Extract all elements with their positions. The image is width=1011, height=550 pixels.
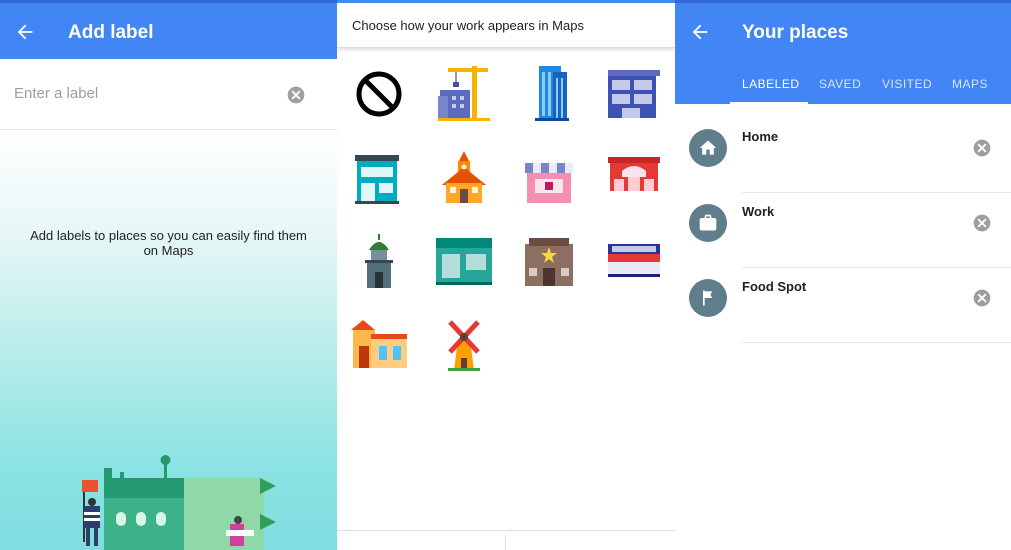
place-name: Work	[742, 204, 775, 219]
schoolhouse-icon[interactable]	[434, 149, 494, 209]
tab-labeled[interactable]: LABELED	[742, 77, 800, 91]
tab-maps[interactable]: MAPS	[952, 77, 988, 91]
choose-icon-screen: Choose how your work appears in Maps	[337, 0, 675, 550]
icon-chooser-header: Choose how your work appears in Maps	[337, 0, 675, 48]
villa-icon[interactable]	[349, 314, 409, 374]
page-title: Your places	[742, 22, 849, 43]
back-arrow-icon[interactable]	[689, 21, 711, 43]
chooser-heading: Choose how your work appears in Maps	[352, 18, 584, 33]
flag-icon	[689, 279, 727, 317]
remove-icon[interactable]	[972, 213, 992, 233]
no-symbol-icon[interactable]	[349, 64, 409, 124]
red-shop-icon[interactable]	[604, 149, 664, 209]
list-item[interactable]: Work	[675, 193, 1011, 268]
clear-icon[interactable]	[286, 85, 306, 105]
place-name: Food Spot	[742, 279, 807, 294]
tab-indicator	[730, 102, 808, 105]
place-name: Home	[742, 129, 779, 144]
your-places-screen: Your places LABELED SAVED VISITED MAPS H…	[675, 0, 1011, 550]
row-divider	[742, 342, 1011, 343]
label-field-row	[0, 59, 337, 130]
app-bar: Add label	[0, 0, 337, 59]
remove-icon[interactable]	[972, 288, 992, 308]
modern-building-icon[interactable]	[604, 64, 664, 124]
diner-icon[interactable]	[604, 232, 664, 292]
add-label-screen: Add label Add labels to places so you ca…	[0, 0, 337, 550]
chooser-footer	[337, 530, 675, 550]
app-bar: Your places LABELED SAVED VISITED MAPS	[675, 0, 1011, 107]
list-item[interactable]: Food Spot	[675, 268, 1011, 343]
label-input[interactable]	[14, 85, 264, 102]
saloon-icon[interactable]	[519, 232, 579, 292]
city-illustration	[82, 455, 276, 550]
list-item[interactable]: Home	[675, 118, 1011, 193]
storefront-icon[interactable]	[349, 149, 409, 209]
construction-crane-icon[interactable]	[434, 64, 494, 124]
office-tower-icon[interactable]	[519, 64, 579, 124]
tab-bar: LABELED SAVED VISITED MAPS	[675, 73, 1011, 107]
tab-saved[interactable]: SAVED	[819, 77, 861, 91]
help-text: Add labels to places so you can easily f…	[30, 228, 307, 258]
domed-tower-icon[interactable]	[349, 232, 409, 292]
pink-shop-icon[interactable]	[519, 149, 579, 209]
page-title: Add label	[68, 22, 154, 43]
remove-icon[interactable]	[972, 138, 992, 158]
back-arrow-icon[interactable]	[14, 21, 36, 43]
footer-separator	[505, 535, 506, 550]
briefcase-icon	[689, 204, 727, 242]
home-icon	[689, 129, 727, 167]
tab-visited[interactable]: VISITED	[882, 77, 932, 91]
windmill-icon[interactable]	[434, 314, 494, 374]
teal-store-icon[interactable]	[434, 232, 494, 292]
